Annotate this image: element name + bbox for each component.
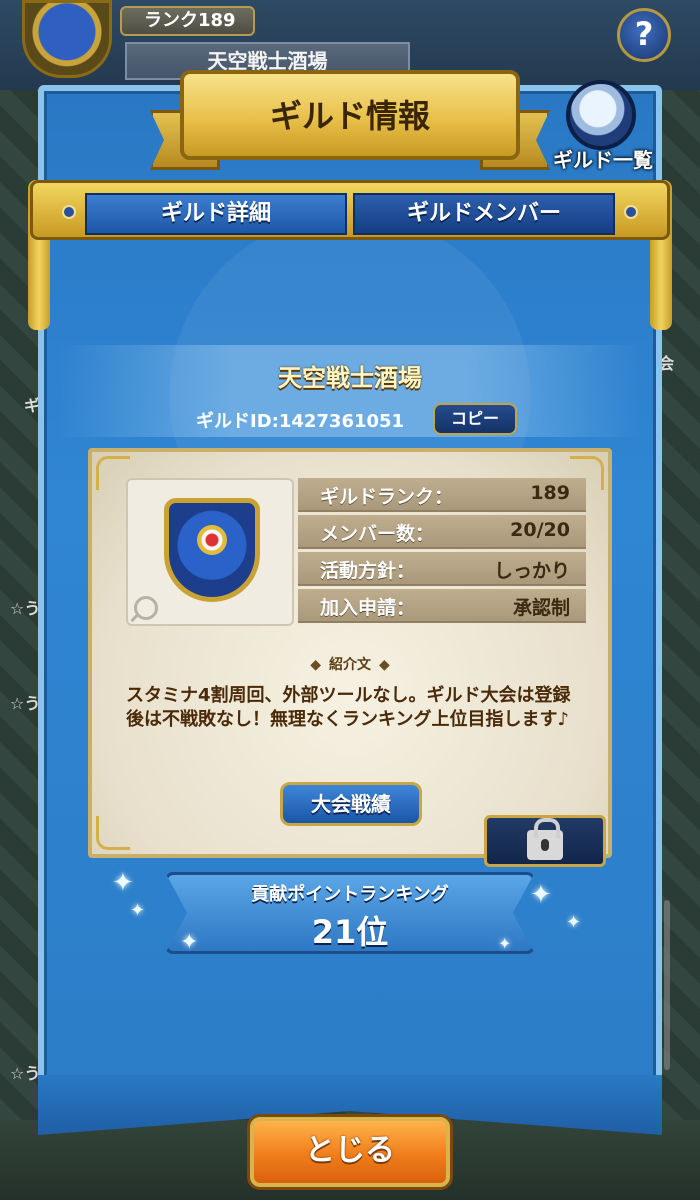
guild-stats: ギルドランク： 189 メンバー数： 20/20 活動方針： しっかり 加入申請… <box>298 478 586 626</box>
stat-value: 20/20 <box>510 519 570 541</box>
sparkle-icon: ✦ <box>498 934 512 953</box>
sparkle-icon: ✦ <box>130 900 146 921</box>
copy-button[interactable]: コピー <box>433 403 517 435</box>
tab-knob-right <box>624 205 638 219</box>
guild-name: 天空戦士酒場 <box>278 364 422 392</box>
side-text: ☆う <box>10 599 41 618</box>
sparkle-icon: ✦ <box>180 930 199 955</box>
dialog-title: ギルド情報 <box>180 70 520 160</box>
guild-list-button[interactable]: ギルド一覧 <box>548 80 658 180</box>
help-button[interactable]: ? <box>617 8 671 62</box>
diamond-icon: ◆ <box>310 657 321 673</box>
zoom-icon[interactable] <box>134 596 158 620</box>
sparkle-icon: ✦ <box>112 868 134 898</box>
sparkle-icon: ✦ <box>530 880 552 910</box>
stat-label: ギルドランク： <box>320 486 454 508</box>
stat-label: 活動方針： <box>320 560 416 582</box>
guild-emblem-box[interactable] <box>126 478 294 626</box>
lock-icon <box>527 818 563 860</box>
scrollbar[interactable] <box>664 900 670 1070</box>
sparkle-icon: ✦ <box>566 912 582 933</box>
tab-guild-members[interactable]: ギルドメンバー <box>353 193 615 235</box>
stat-label: 加入申請： <box>320 597 416 619</box>
diamond-icon: ◆ <box>379 657 390 673</box>
tab-knob-left <box>62 205 76 219</box>
ranking-value: 21位 <box>311 913 389 951</box>
ornament-corner <box>96 456 130 490</box>
stat-row-members: メンバー数： 20/20 <box>298 515 586 549</box>
stat-row-policy: 活動方針： しっかり <box>298 552 586 586</box>
player-rank-badge: ランク189 <box>120 6 255 36</box>
guild-emblem-icon <box>164 498 260 602</box>
intro-heading: ◆ 紹介文 ◆ <box>92 654 608 674</box>
side-text: ☆う <box>10 1064 41 1083</box>
ornament-corner <box>96 816 130 850</box>
guild-id-row: ギルドID:1427361051 コピー <box>0 403 700 435</box>
player-guild-emblem[interactable] <box>22 0 112 78</box>
guild-list-label: ギルド一覧 <box>553 148 653 172</box>
tab-bar: ギルド詳細 ギルドメンバー <box>30 180 670 240</box>
lock-button[interactable] <box>484 815 606 867</box>
stat-label: メンバー数： <box>320 523 435 545</box>
stat-row-rank: ギルドランク： 189 <box>298 478 586 512</box>
magnifier-icon <box>566 80 636 150</box>
ranking-title: 貢献ポイントランキング <box>251 884 449 905</box>
intro-text: スタミナ4割周回、外部ツールなし。ギルド大会は登録後は不戦敗なし！無理なくランキ… <box>126 685 571 730</box>
tournament-results-button[interactable]: 大会戦績 <box>280 782 422 826</box>
guild-detail-card: ギルドランク： 189 メンバー数： 20/20 活動方針： しっかり 加入申請… <box>88 448 612 858</box>
stat-value: しっかり <box>493 560 570 582</box>
close-button[interactable]: とじる <box>250 1117 450 1187</box>
stat-row-application: 加入申請： 承認制 <box>298 589 586 623</box>
stat-value: 承認制 <box>512 597 570 619</box>
intro-title: 紹介文 <box>329 657 371 673</box>
emblem-gem <box>197 525 227 555</box>
stat-value: 189 <box>530 482 570 504</box>
side-text: ☆う <box>10 694 41 713</box>
guild-id: ギルドID:1427361051 <box>196 411 405 432</box>
tab-guild-detail[interactable]: ギルド詳細 <box>85 193 347 235</box>
question-icon: ? <box>634 15 654 53</box>
